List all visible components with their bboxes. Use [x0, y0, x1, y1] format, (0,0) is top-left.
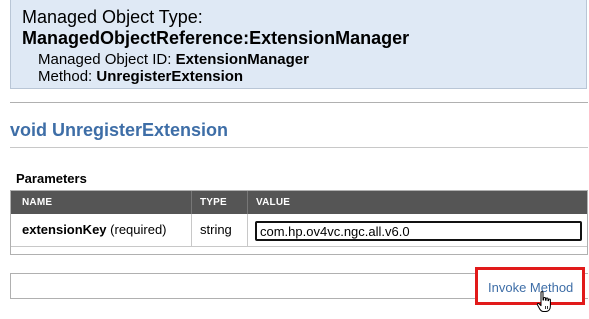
- method-label: Method:: [38, 68, 97, 85]
- method-value: UnregisterExtension: [96, 68, 244, 85]
- column-header-value: VALUE: [256, 197, 291, 208]
- extension-key-input[interactable]: [255, 221, 582, 241]
- managed-object-id-value: ExtensionManager: [175, 51, 309, 68]
- managed-object-id: Managed Object ID: ExtensionManager: [38, 51, 309, 68]
- column-divider: [191, 214, 192, 246]
- column-divider: [247, 214, 248, 246]
- column-divider: [191, 191, 192, 214]
- managed-object-type-value: ManagedObjectReference:ExtensionManager: [22, 28, 410, 48]
- divider: [10, 147, 588, 148]
- parameter-name: extensionKey: [22, 222, 107, 237]
- parameters-section-label: Parameters: [16, 171, 87, 186]
- parameter-name-cell: extensionKey (required): [22, 222, 167, 237]
- managed-object-id-label: Managed Object ID:: [38, 51, 176, 68]
- method-info: Method: UnregisterExtension: [38, 68, 243, 85]
- invoke-method-highlight: Invoke Method: [475, 267, 585, 305]
- divider: [10, 102, 588, 103]
- column-header-name: NAME: [22, 197, 53, 208]
- hand-pointer-icon: [536, 291, 551, 312]
- column-divider: [247, 191, 248, 214]
- method-signature-title: void UnregisterExtension: [10, 120, 229, 140]
- table-row: extensionKey (required) string: [11, 214, 587, 247]
- table-header: NAME TYPE VALUE: [11, 191, 587, 214]
- managed-object-type-label: Managed Object Type:: [22, 7, 203, 27]
- parameter-type: string: [200, 222, 232, 237]
- column-header-type: TYPE: [200, 197, 227, 208]
- parameters-table: NAME TYPE VALUE extensionKey (required) …: [10, 190, 588, 255]
- invoke-method-link[interactable]: Invoke Method: [488, 280, 573, 295]
- managed-object-header: Managed Object Type: ManagedObjectRefere…: [10, 0, 587, 89]
- parameter-qualifier: (required): [106, 222, 167, 237]
